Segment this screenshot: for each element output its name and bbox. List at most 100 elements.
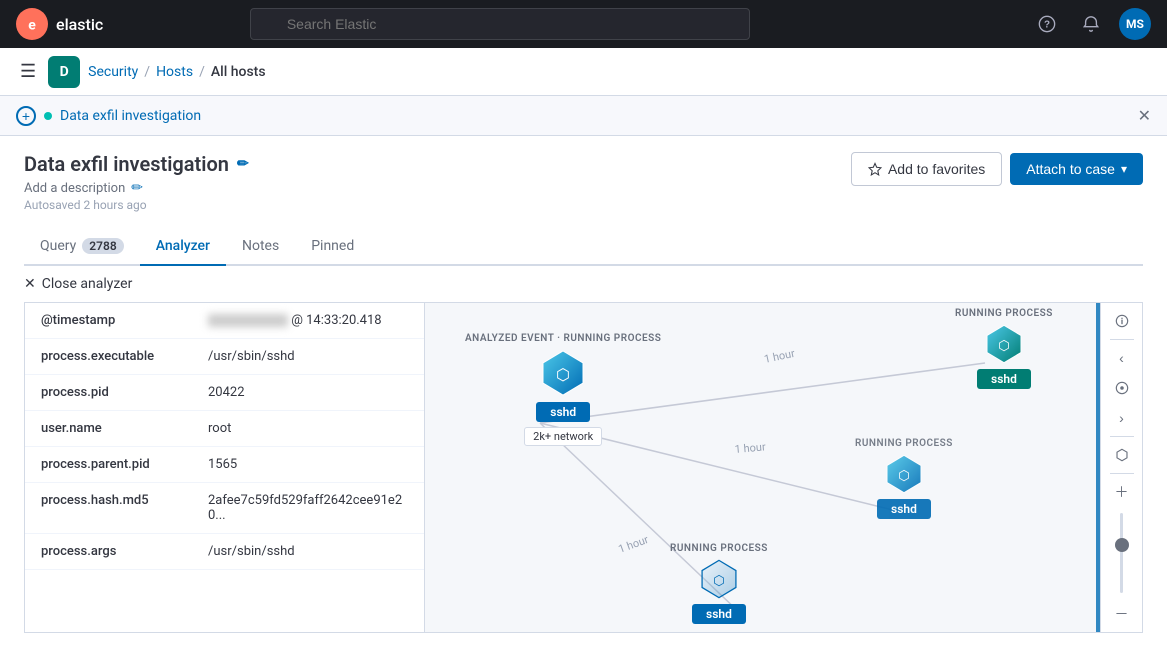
node-main-label: sshd bbox=[536, 402, 590, 422]
hamburger-button[interactable]: ☰ bbox=[16, 57, 40, 86]
node-mid-right[interactable]: RUNNING PROCESS ⬡ sshd bbox=[855, 438, 953, 519]
node-main-cube-icon: ⬡ bbox=[537, 347, 589, 399]
tab-pinned-label: Pinned bbox=[311, 238, 354, 254]
node-bottom-subtitle: RUNNING PROCESS bbox=[670, 543, 768, 554]
field-value-username: root bbox=[208, 421, 231, 436]
investigation-title-section: Data exfil investigation ✏ Add a descrip… bbox=[24, 152, 249, 212]
node-top-right-label: sshd bbox=[977, 369, 1031, 389]
field-row-pid: process.pid 20422 bbox=[25, 375, 424, 411]
field-name-executable: process.executable bbox=[41, 349, 196, 364]
svg-text:⬡: ⬡ bbox=[713, 573, 725, 589]
notification-icon-btn[interactable] bbox=[1075, 8, 1107, 40]
info-icon bbox=[1115, 314, 1129, 328]
field-row-args: process.args /usr/sbin/sshd bbox=[25, 534, 424, 570]
close-x-icon: ✕ bbox=[24, 276, 36, 292]
analyzer-right-panel: 1 hour 1 hour 1 hour ANALYZED EVENT · RU… bbox=[425, 303, 1142, 632]
attach-button-label: Attach to case bbox=[1026, 161, 1115, 177]
field-value-args: /usr/sbin/sshd bbox=[208, 544, 295, 559]
field-name-ppid: process.parent.pid bbox=[41, 457, 196, 472]
add-to-favorites-button[interactable]: Add to favorites bbox=[851, 152, 1002, 186]
svg-text:1 hour: 1 hour bbox=[734, 440, 766, 456]
graph-zoom-slider[interactable] bbox=[1120, 508, 1123, 598]
field-name-timestamp: @timestamp bbox=[41, 313, 196, 328]
svg-text:⬡: ⬡ bbox=[556, 365, 570, 384]
graph-info-button[interactable] bbox=[1106, 307, 1138, 335]
field-value-md5: 2afee7c59fd529faff2642cee91e20... bbox=[208, 493, 408, 523]
close-analyzer-bar[interactable]: ✕ Close analyzer bbox=[24, 266, 1143, 303]
tab-notes[interactable]: Notes bbox=[226, 228, 295, 266]
analyzer-split: @timestamp @ 14:33:20.418 process.execut… bbox=[24, 303, 1143, 633]
close-analyzer-label: Close analyzer bbox=[42, 276, 133, 292]
notification-icon bbox=[1082, 15, 1100, 33]
desc-edit-icon[interactable]: ✏ bbox=[131, 180, 143, 196]
center-icon bbox=[1115, 381, 1129, 395]
breadcrumb-current: All hosts bbox=[211, 64, 266, 80]
timeline-name[interactable]: Data exfil investigation bbox=[60, 108, 201, 124]
timeline-bar: + Data exfil investigation ✕ bbox=[0, 96, 1167, 136]
search-input[interactable] bbox=[250, 8, 750, 40]
title-edit-icon[interactable]: ✏ bbox=[237, 156, 249, 172]
graph-zoom-in[interactable]: ＋ bbox=[1106, 478, 1138, 506]
help-icon: ? bbox=[1038, 15, 1056, 33]
tabs-bar: Query 2788 Analyzer Notes Pinned bbox=[24, 228, 1143, 266]
investigation-actions: Add to favorites Attach to case ▾ bbox=[851, 152, 1143, 186]
top-nav: e elastic ? MS bbox=[0, 0, 1167, 48]
node-top-right-subtitle: RUNNING PROCESS bbox=[955, 308, 1053, 319]
node-mid-right-cube-icon: ⬡ bbox=[882, 452, 926, 496]
analyzer-left-panel: @timestamp @ 14:33:20.418 process.execut… bbox=[25, 303, 425, 632]
tab-query[interactable]: Query 2788 bbox=[24, 228, 140, 266]
field-value-ppid: 1565 bbox=[208, 457, 237, 472]
help-icon-btn[interactable]: ? bbox=[1031, 8, 1063, 40]
svg-text:⬡: ⬡ bbox=[898, 468, 910, 484]
svg-text:1 hour: 1 hour bbox=[617, 533, 651, 556]
node-bottom[interactable]: RUNNING PROCESS ⬡ sshd bbox=[670, 543, 768, 624]
tab-notes-label: Notes bbox=[242, 238, 279, 254]
svg-text:e: e bbox=[28, 17, 36, 33]
field-name-username: user.name bbox=[41, 421, 196, 436]
timeline-add-button[interactable]: + bbox=[16, 106, 36, 126]
field-row-md5: process.hash.md5 2afee7c59fd529faff2642c… bbox=[25, 483, 424, 534]
breadcrumb-hosts[interactable]: Hosts bbox=[156, 64, 193, 80]
node-mid-right-label: sshd bbox=[877, 499, 931, 519]
tab-analyzer[interactable]: Analyzer bbox=[140, 228, 226, 266]
graph-area[interactable]: 1 hour 1 hour 1 hour ANALYZED EVENT · RU… bbox=[425, 303, 1142, 632]
add-description-text[interactable]: Add a description bbox=[24, 181, 125, 196]
svg-text:?: ? bbox=[1044, 20, 1050, 31]
slider-thumb[interactable] bbox=[1115, 538, 1129, 552]
tab-query-label: Query bbox=[40, 238, 76, 254]
graph-nav-right[interactable]: › bbox=[1106, 404, 1138, 432]
graph-nav-left[interactable]: ‹ bbox=[1106, 344, 1138, 372]
timestamp-ip-blurred bbox=[208, 314, 288, 327]
nav-icons: ? MS bbox=[1031, 8, 1151, 40]
elastic-logo-text: elastic bbox=[56, 15, 103, 34]
graph-ctrl-separator-3 bbox=[1110, 473, 1134, 474]
investigation-header: Data exfil investigation ✏ Add a descrip… bbox=[24, 152, 1143, 212]
field-row-executable: process.executable /usr/sbin/sshd bbox=[25, 339, 424, 375]
field-value-executable: /usr/sbin/sshd bbox=[208, 349, 295, 364]
breadcrumb-security[interactable]: Security bbox=[88, 64, 138, 80]
tab-query-badge: 2788 bbox=[82, 238, 123, 254]
node-top-right[interactable]: RUNNING PROCESS ⬡ sshd bbox=[955, 308, 1053, 389]
node-main-subtitle: ANALYZED EVENT · RUNNING PROCESS bbox=[465, 333, 661, 344]
breadcrumb-bar: ☰ D Security / Hosts / All hosts bbox=[0, 48, 1167, 96]
field-value-timestamp: @ 14:33:20.418 bbox=[208, 313, 382, 328]
field-value-pid: 20422 bbox=[208, 385, 245, 400]
favorites-button-label: Add to favorites bbox=[888, 161, 985, 177]
attach-to-case-button[interactable]: Attach to case ▾ bbox=[1010, 153, 1143, 185]
graph-zoom-out[interactable]: － bbox=[1106, 600, 1138, 628]
field-name-pid: process.pid bbox=[41, 385, 196, 400]
graph-center-button[interactable] bbox=[1106, 374, 1138, 402]
timeline-status-dot bbox=[44, 112, 52, 120]
user-avatar[interactable]: MS bbox=[1119, 8, 1151, 40]
field-row-username: user.name root bbox=[25, 411, 424, 447]
graph-ctrl-separator-2 bbox=[1110, 436, 1134, 437]
main-content: Data exfil investigation ✏ Add a descrip… bbox=[0, 136, 1167, 649]
graph-hexagon-button[interactable] bbox=[1106, 441, 1138, 469]
svg-text:⬡: ⬡ bbox=[998, 338, 1010, 354]
graph-ctrl-separator-1 bbox=[1110, 339, 1134, 340]
timeline-close-button[interactable]: ✕ bbox=[1138, 106, 1151, 126]
tab-pinned[interactable]: Pinned bbox=[295, 228, 370, 266]
breadcrumb-separator-2: / bbox=[199, 64, 205, 80]
tab-analyzer-label: Analyzer bbox=[156, 238, 210, 254]
node-main[interactable]: ANALYZED EVENT · RUNNING PROCESS ⬡ sshd bbox=[465, 333, 661, 446]
